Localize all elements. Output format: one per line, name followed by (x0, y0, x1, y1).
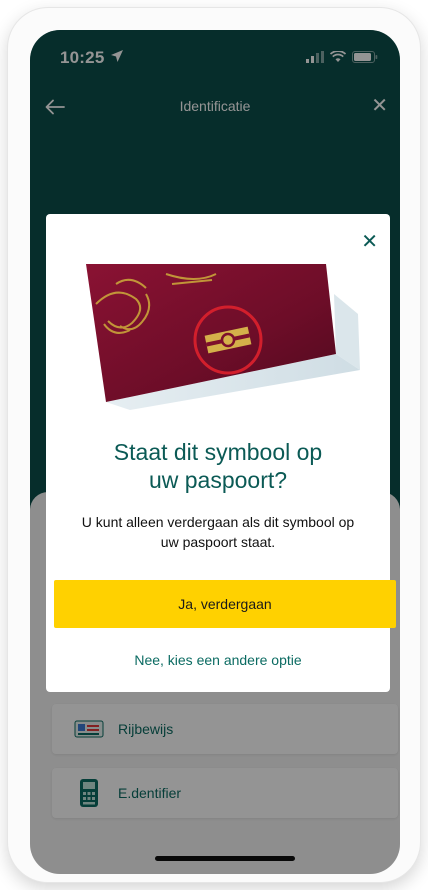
passport-image (86, 264, 364, 410)
dialog-title-line-2: uw paspoort? (148, 467, 288, 493)
dialog-title: Staat dit symbool op uw paspoort? (46, 438, 390, 494)
dialog-title-line-1: Staat dit symbool op (113, 439, 323, 465)
dialog-body-line-2: uw paspoort staat. (160, 534, 276, 550)
phone-screen: 10:25 Identificatie ✕ Rijbewijs E.dentif… (30, 30, 400, 874)
close-icon[interactable]: ✕ (361, 232, 378, 252)
choose-other-option-link[interactable]: Nee, kies een andere optie (46, 652, 390, 668)
continue-button[interactable]: Ja, verdergaan (54, 580, 396, 628)
dialog-body-line-1: U kunt alleen verdergaan als dit symbool… (81, 514, 355, 530)
dialog-body: U kunt alleen verdergaan als dit symbool… (56, 512, 380, 552)
passport-symbol-dialog: ✕ Staat dit symbool op uw paspoort? U ku… (46, 214, 396, 692)
